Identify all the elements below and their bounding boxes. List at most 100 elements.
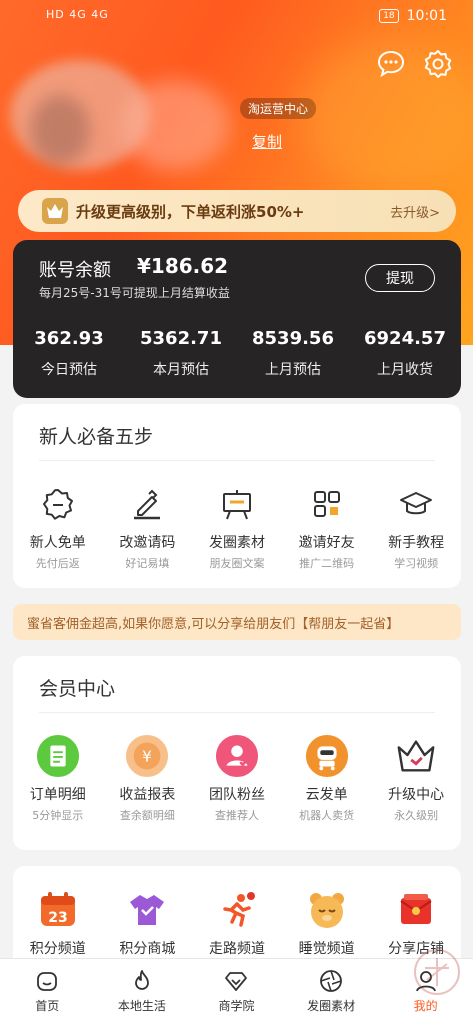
channel-sleep[interactable]: 睡觉频道	[282, 888, 372, 958]
calendar-icon: 23	[36, 888, 80, 932]
stat-this-month[interactable]: 5362.71 本月预估	[125, 328, 237, 379]
divider	[39, 712, 435, 713]
member-earnings-report[interactable]: ¥ 收益报表 查余额明细	[103, 734, 193, 823]
nav-label: 本地生活	[117, 999, 166, 1013]
member-upgrade-center[interactable]: 升级中心 永久级别	[371, 734, 461, 823]
step-invite-friends[interactable]: 邀请好友 推广二维码	[282, 482, 372, 571]
nav-label: 商学院	[218, 999, 255, 1013]
withdraw-button[interactable]: 提现	[365, 264, 435, 292]
step-label: 邀请好友	[298, 535, 355, 551]
channel-walking[interactable]: 走路频道	[192, 888, 282, 958]
stat-value: 362.93	[34, 328, 104, 349]
diamond-icon	[225, 972, 248, 991]
easel-icon	[215, 482, 259, 526]
nav-business-school[interactable]: 商学院	[189, 959, 284, 1024]
step-sub: 先付后返	[35, 557, 80, 570]
watermark-stamp	[414, 949, 460, 995]
step-sub: 学习视频	[394, 557, 439, 570]
member-cloud-dispatch[interactable]: 云发单 机器人卖货	[282, 734, 372, 823]
avatar-blur	[30, 95, 90, 165]
channel-label: 积分频道	[29, 941, 86, 957]
section-title: 新人必备五步	[39, 426, 154, 448]
balance-title: 账号余额	[39, 260, 111, 281]
avatar-blur	[120, 80, 230, 170]
step-tutorial[interactable]: 新手教程 学习视频	[371, 482, 461, 571]
channels-grid: 23 积分频道 积分商城 走路频道 睡觉频道 分享店铺	[13, 888, 461, 958]
runner-icon	[215, 888, 259, 932]
step-circle-material[interactable]: 发圈素材 朋友圈文案	[192, 482, 282, 571]
share-banner[interactable]: 蜜省客佣金超高,如果你愿意,可以分享给朋友们【帮朋友一起省】	[13, 604, 461, 640]
shirt-icon	[125, 888, 169, 932]
stat-last-month[interactable]: 8539.56 上月预估	[237, 328, 349, 379]
home-icon	[37, 972, 58, 991]
member-label: 订单明细	[29, 787, 86, 803]
nav-circle-material[interactable]: 发圈素材	[284, 959, 379, 1024]
yen-icon: ¥	[125, 734, 169, 778]
gear-icon[interactable]	[422, 48, 454, 80]
upgrade-text: 升级更高级别，下单返利涨50%+	[76, 202, 305, 221]
member-sub: 查推荐人	[214, 809, 259, 822]
step-sub: 朋友圈文案	[209, 557, 265, 570]
section-title: 会员中心	[39, 678, 116, 700]
chat-icon[interactable]	[375, 48, 407, 80]
member-sub: 机器人卖货	[299, 809, 355, 822]
earnings-stats: 362.93 今日预估 5362.71 本月预估 8539.56 上月预估 69…	[13, 328, 461, 379]
member-sub: 查余额明细	[119, 809, 175, 822]
stat-last-month-received[interactable]: 6924.57 上月收货	[349, 328, 461, 379]
divider	[39, 460, 435, 461]
nav-local-life[interactable]: 本地生活	[95, 959, 190, 1024]
graduation-cap-icon	[394, 482, 438, 526]
member-team-fans[interactable]: 团队粉丝 查推荐人	[192, 734, 282, 823]
member-grid: 订单明细 5分钟显示 ¥ 收益报表 查余额明细 团队粉丝 查推荐人 云发单 机器…	[13, 734, 461, 823]
member-label: 升级中心	[388, 787, 445, 803]
step-label: 新人免单	[29, 535, 86, 551]
member-label: 收益报表	[119, 787, 176, 803]
stat-today[interactable]: 362.93 今日预估	[13, 328, 125, 379]
member-sub: 永久级别	[394, 809, 439, 822]
red-envelope-icon	[394, 888, 438, 932]
member-order-details[interactable]: 订单明细 5分钟显示	[13, 734, 103, 823]
step-label: 改邀请码	[119, 535, 176, 551]
pencil-icon	[125, 482, 169, 526]
channel-points[interactable]: 23 积分频道	[13, 888, 103, 958]
sleep-bear-icon	[305, 888, 349, 932]
stat-label: 今日预估	[41, 362, 97, 378]
channel-label: 走路频道	[208, 941, 265, 957]
balance-amount: ¥186.62	[137, 254, 229, 278]
upgrade-banner[interactable]: 升级更高级别，下单返利涨50%+ 去升级>	[18, 190, 456, 232]
aperture-icon	[320, 970, 342, 992]
stat-label: 本月预估	[153, 362, 209, 378]
step-free-order[interactable]: 新人免单 先付后返	[13, 482, 103, 571]
badge-icon	[36, 482, 80, 526]
clock: 10:01	[406, 8, 447, 24]
upgrade-link[interactable]: 去升级>	[390, 202, 440, 221]
stat-value: 6924.57	[364, 328, 446, 349]
stat-label: 上月预估	[265, 362, 321, 378]
channel-label: 睡觉频道	[298, 941, 355, 957]
stat-value: 5362.71	[140, 328, 222, 349]
status-bar: HD 4G 4G 18 10:01	[0, 0, 473, 34]
stat-value: 8539.56	[252, 328, 334, 349]
crown-icon	[42, 198, 68, 224]
network-status: HD 4G 4G	[46, 8, 109, 21]
member-label: 云发单	[305, 787, 348, 803]
balance-note: 每月25号-31号可提现上月结算收益	[39, 286, 230, 300]
operation-center-label: 淘运营中心	[240, 98, 317, 119]
step-label: 发圈素材	[208, 535, 265, 551]
step-label: 新手教程	[388, 535, 445, 551]
battery-icon: 18	[379, 9, 399, 23]
crown-icon	[394, 734, 438, 778]
nav-home[interactable]: 首页	[0, 959, 95, 1024]
member-label: 团队粉丝	[208, 787, 265, 803]
nav-label: 首页	[35, 999, 60, 1013]
step-sub: 推广二维码	[299, 557, 355, 570]
robot-icon	[305, 734, 349, 778]
channel-label: 积分商城	[119, 941, 176, 957]
copy-link[interactable]: 复制	[252, 131, 282, 152]
step-invite-code[interactable]: 改邀请码 好记易填	[103, 482, 193, 571]
channel-points-mall[interactable]: 积分商城	[103, 888, 193, 958]
fans-icon	[215, 734, 259, 778]
member-sub: 5分钟显示	[32, 809, 84, 822]
flame-icon	[134, 970, 149, 990]
balance-card: 账号余额 ¥186.62 每月25号-31号可提现上月结算收益 提现 362.9…	[13, 240, 461, 398]
